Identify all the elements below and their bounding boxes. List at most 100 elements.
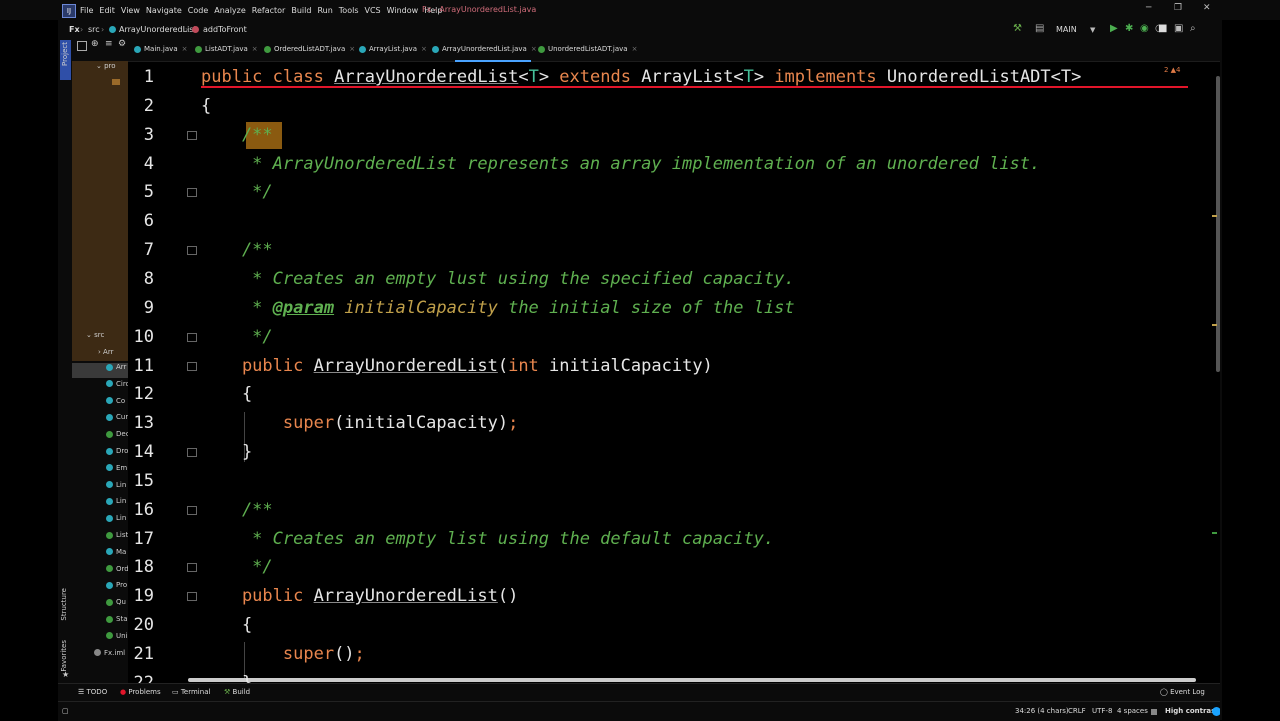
gear-icon[interactable]: ⚙ — [118, 39, 126, 49]
line-number[interactable]: 10 — [130, 323, 154, 352]
code-line[interactable]: * ArrayUnorderedList represents an array… — [201, 150, 1040, 179]
menu-build[interactable]: Build — [291, 6, 311, 15]
warning-marker[interactable] — [1212, 324, 1217, 326]
event-log-button[interactable]: ◯ Event Log — [1160, 688, 1205, 696]
warning-marker[interactable] — [1212, 215, 1217, 217]
code-line[interactable]: { — [201, 380, 252, 409]
panel-layout-icon[interactable] — [77, 41, 87, 51]
line-number[interactable]: 14 — [130, 438, 154, 467]
code-line[interactable]: public ArrayUnorderedList() — [201, 582, 518, 611]
tab-unorderedlistadt-java[interactable]: UnorderedListADT.java × — [538, 45, 637, 53]
color-scheme[interactable]: High contrast — [1165, 707, 1219, 715]
run-config-select[interactable]: MAIN — [1056, 25, 1077, 34]
run-icon[interactable]: ▶ — [1110, 23, 1118, 34]
build-hammer-icon[interactable]: ⚒ — [1013, 23, 1022, 34]
favorites-star-icon[interactable]: ★ — [62, 670, 69, 679]
chevron-down-icon[interactable]: ▼ — [1090, 26, 1095, 34]
menu-tools[interactable]: Tools — [339, 6, 359, 15]
minimize-icon[interactable]: ─ — [1146, 3, 1151, 13]
tab-listadt-java[interactable]: ListADT.java × — [195, 45, 258, 53]
code-line[interactable]: */ — [201, 553, 272, 582]
project-tool-tab[interactable]: Project — [60, 40, 71, 80]
line-number[interactable]: 22 — [130, 669, 154, 683]
menu-analyze[interactable]: Analyze — [214, 6, 246, 15]
line-number[interactable]: 8 — [130, 265, 154, 294]
fold-marker-icon[interactable] — [187, 188, 197, 198]
line-number[interactable]: 15 — [130, 467, 154, 496]
build-tool-button[interactable]: ⚒ Build — [224, 688, 250, 696]
breadcrumb-method[interactable]: addToFront — [203, 25, 247, 34]
code-line[interactable]: * Creates an empty lust using the specif… — [201, 265, 794, 294]
line-number[interactable]: 17 — [130, 525, 154, 554]
menu-vcs[interactable]: VCS — [365, 6, 381, 15]
menu-file[interactable]: File — [80, 6, 93, 15]
fold-marker-icon[interactable] — [187, 130, 197, 140]
locate-icon[interactable]: ⊕ — [91, 39, 99, 49]
change-marker[interactable] — [1212, 532, 1217, 534]
line-number[interactable]: 21 — [130, 640, 154, 669]
code-line[interactable]: /** — [201, 496, 273, 525]
code-line[interactable]: * @param initialCapacity the initial siz… — [201, 294, 794, 323]
indent-setting[interactable]: 4 spaces — [1117, 707, 1148, 715]
code-line[interactable]: */ — [201, 178, 272, 207]
code-line[interactable]: */ — [201, 323, 272, 352]
line-number[interactable]: 12 — [130, 380, 154, 409]
structure-tab[interactable]: Structure — [60, 588, 68, 621]
code-editor[interactable]: 2 ▲4 1 2 3 4 5 6 7 8 9 10 11 12 13 14 15 16 17 18 19 20 21 22… — [128, 62, 1220, 683]
terminal-tool-button[interactable]: ▭ Terminal — [172, 688, 210, 696]
tab-arraylist-java[interactable]: ArrayList.java × — [359, 45, 427, 53]
problems-tool-button[interactable]: ● Problems — [120, 688, 161, 696]
fold-marker-icon[interactable] — [187, 332, 197, 342]
fold-marker-icon[interactable] — [187, 448, 197, 458]
line-number[interactable]: 19 — [130, 582, 154, 611]
caret-position[interactable]: 34:26 (4 chars) — [1015, 707, 1069, 715]
close-icon[interactable]: ✕ — [1203, 3, 1211, 13]
code-line[interactable]: /** — [201, 121, 273, 150]
line-number[interactable]: 5 — [130, 178, 154, 207]
line-number[interactable]: 3 — [130, 121, 154, 150]
code-line[interactable]: { — [201, 611, 252, 640]
code-line[interactable]: super(); — [201, 640, 365, 669]
inspection-widget[interactable]: 2 ▲4 — [1164, 66, 1181, 74]
restore-icon[interactable]: ❐ — [1174, 3, 1182, 13]
menu-window[interactable]: Window — [387, 6, 419, 15]
code-line[interactable]: { — [201, 92, 211, 121]
line-separator[interactable]: CRLF — [1068, 707, 1086, 715]
fold-marker-icon[interactable] — [187, 361, 197, 371]
line-number[interactable]: 7 — [130, 236, 154, 265]
line-number[interactable]: 2 — [130, 92, 154, 121]
line-number[interactable]: 4 — [130, 150, 154, 179]
search-everywhere-icon[interactable]: ⌕ — [1190, 23, 1196, 34]
menu-view[interactable]: View — [121, 6, 140, 15]
menu-edit[interactable]: Edit — [99, 6, 115, 15]
favorites-tab[interactable]: Favorites — [60, 640, 68, 672]
code-line[interactable]: /** — [201, 236, 273, 265]
tab-orderedlistadt-java[interactable]: OrderedListADT.java × — [264, 45, 355, 53]
tab-arrayunorderedlist-java[interactable]: ArrayUnorderedList.java × — [432, 45, 537, 53]
coverage-icon[interactable]: ◉ — [1140, 23, 1149, 34]
line-number[interactable]: 20 — [130, 611, 154, 640]
code-line[interactable]: public ArrayUnorderedList(int initialCap… — [201, 352, 713, 381]
code-line[interactable]: } — [201, 438, 252, 467]
fold-marker-icon[interactable] — [187, 505, 197, 515]
line-number[interactable]: 6 — [130, 207, 154, 236]
line-number[interactable]: 11 — [130, 352, 154, 381]
code-line[interactable]: super(initialCapacity); — [201, 409, 518, 438]
tree-item-selected[interactable]: Arr — [72, 363, 128, 378]
code-line[interactable]: * Creates an empty list using the defaul… — [201, 525, 774, 554]
code-line[interactable]: public class ArrayUnorderedList<T> exten… — [201, 63, 1081, 92]
todo-tool-button[interactable]: ☰ TODO — [78, 688, 107, 696]
fold-marker-icon[interactable] — [187, 563, 197, 573]
tab-main-java[interactable]: Main.java × — [134, 45, 187, 53]
line-number[interactable]: 1 — [130, 63, 154, 92]
line-number[interactable]: 9 — [130, 294, 154, 323]
line-number[interactable]: 13 — [130, 409, 154, 438]
fold-marker-icon[interactable] — [187, 592, 197, 602]
menu-navigate[interactable]: Navigate — [146, 6, 182, 15]
debug-icon[interactable]: ✱ — [1125, 23, 1133, 34]
breadcrumb-project[interactable]: Fx — [69, 25, 80, 34]
project-structure-icon[interactable]: ▣ — [1174, 23, 1183, 34]
toggle-panels-icon[interactable]: ▢ — [62, 707, 69, 715]
collapse-icon[interactable]: ≡ — [105, 39, 113, 49]
menu-code[interactable]: Code — [188, 6, 208, 15]
